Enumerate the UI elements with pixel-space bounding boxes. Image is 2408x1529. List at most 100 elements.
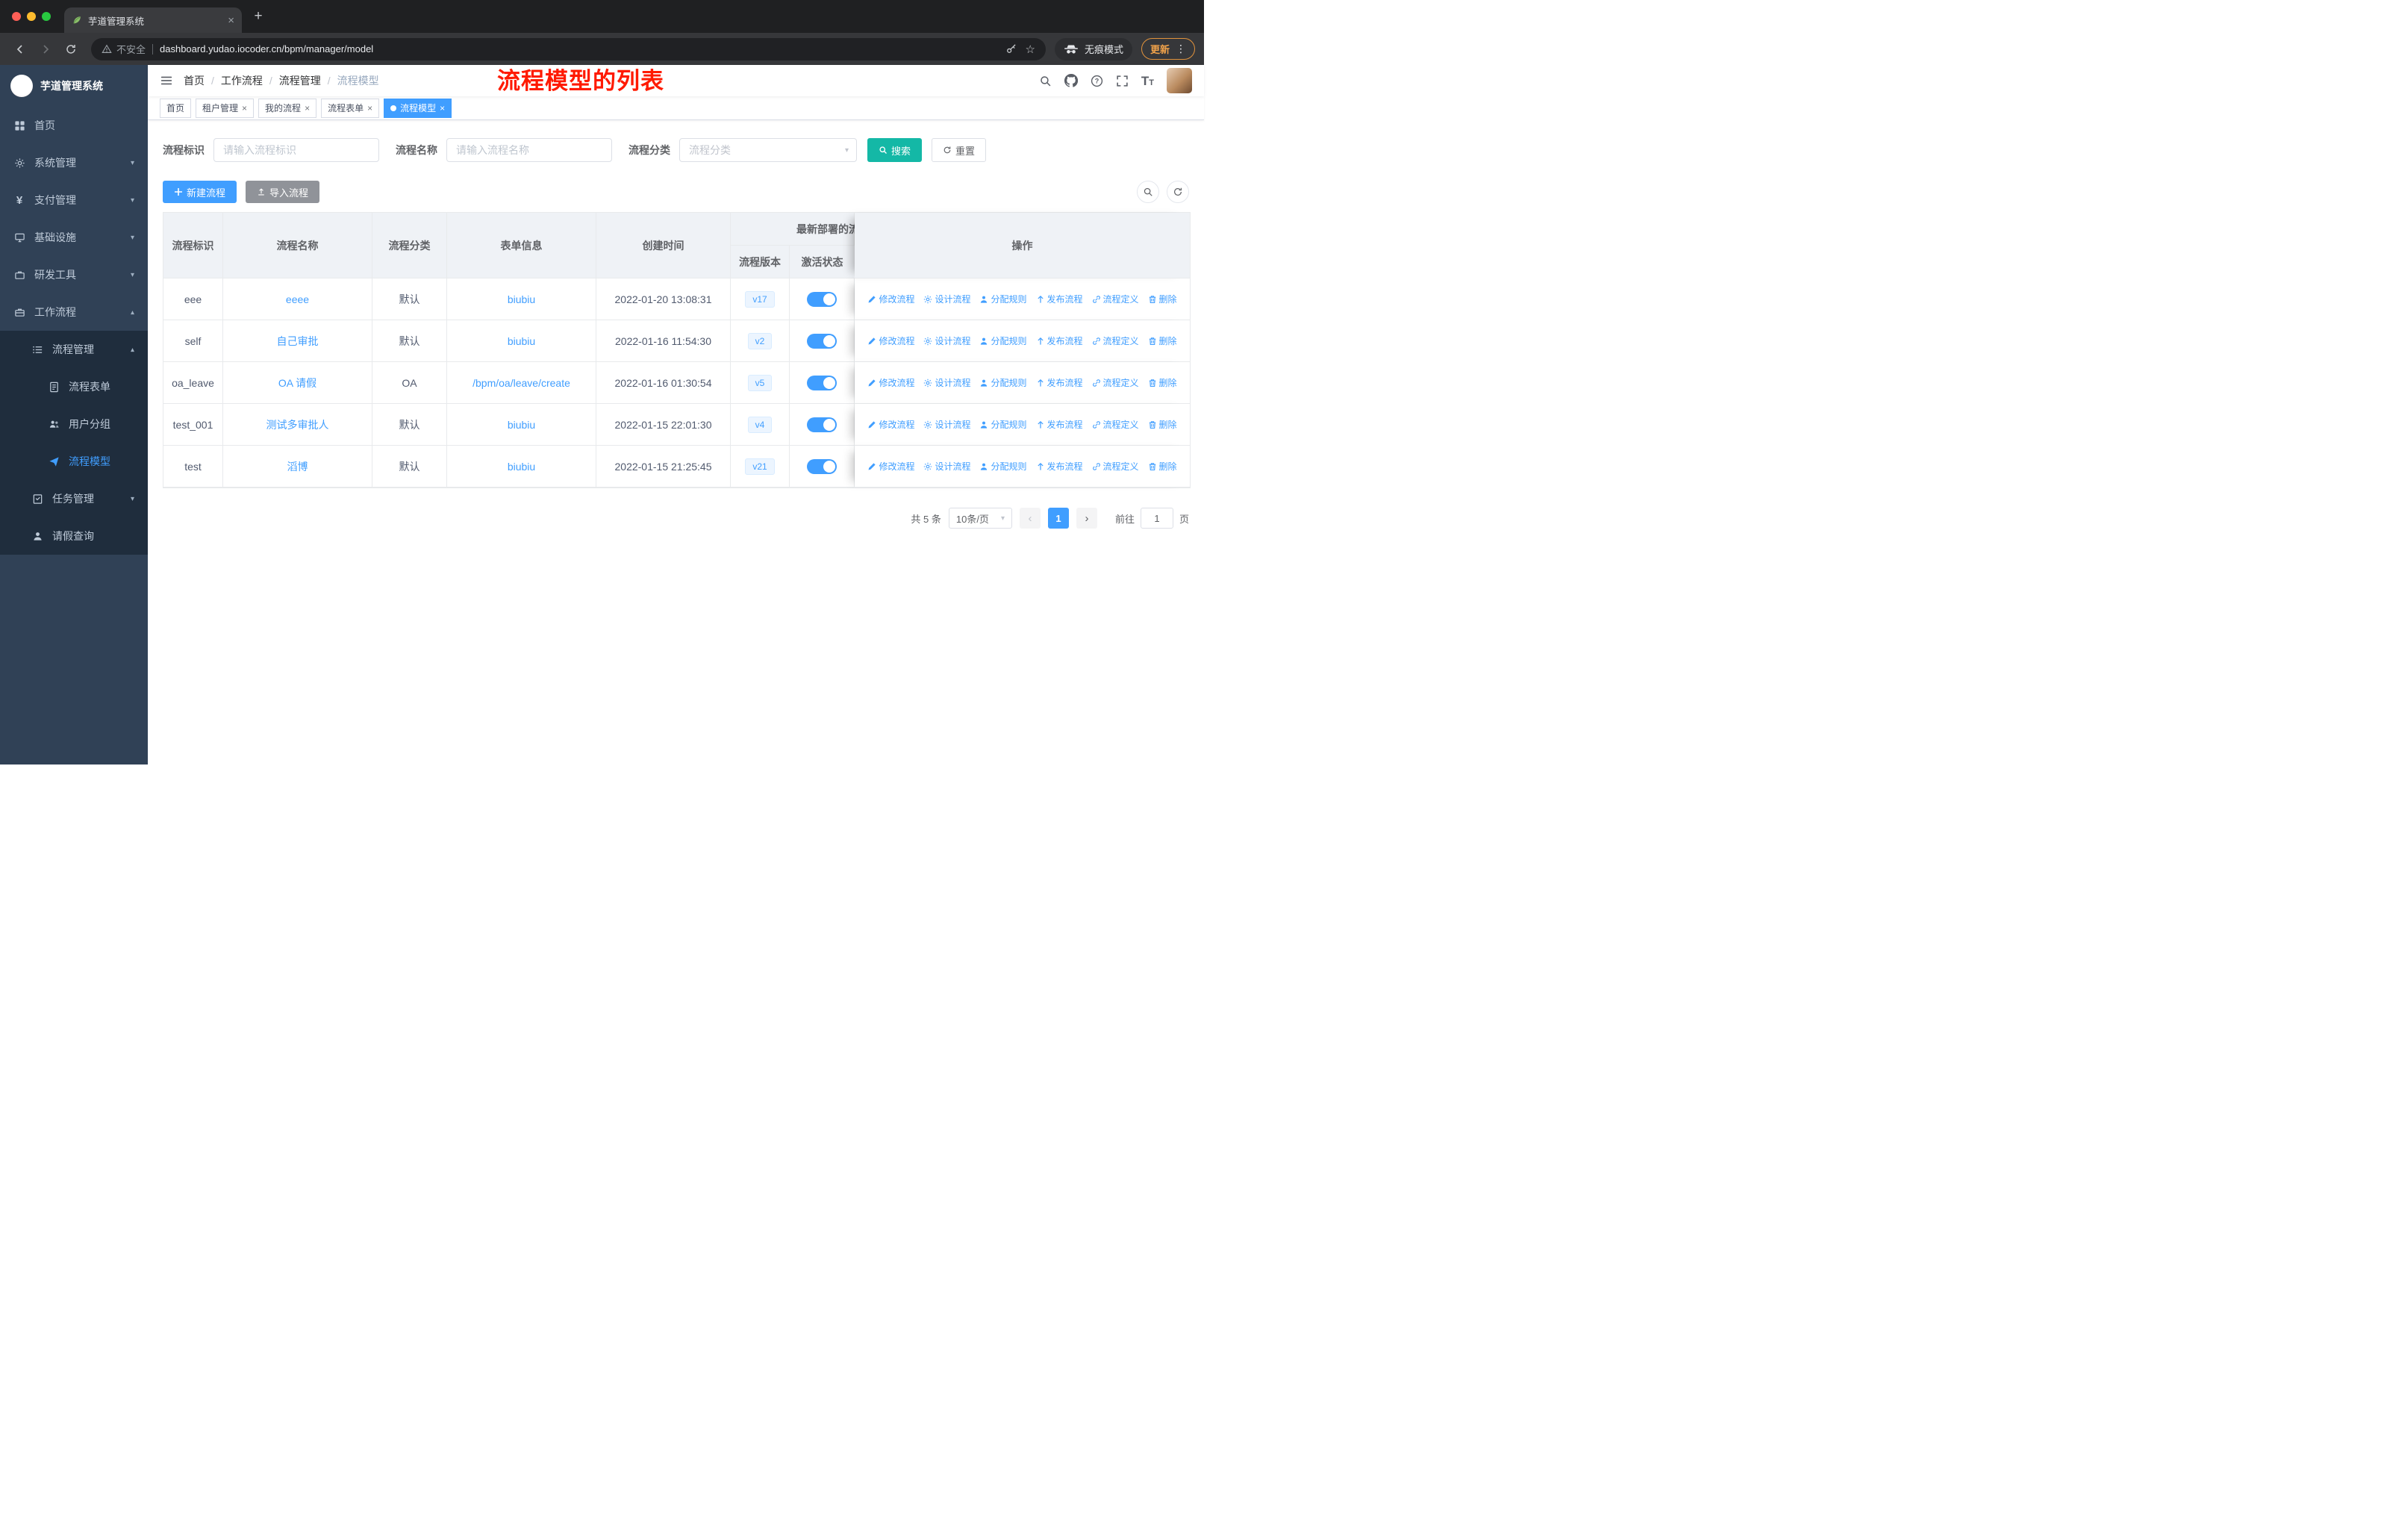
create-process-button[interactable]: 新建流程 [163,181,237,203]
import-process-button[interactable]: 导入流程 [246,181,320,203]
sidebar-item-system[interactable]: 系统管理 ▾ [0,144,148,181]
new-tab-button[interactable]: + [248,6,269,27]
status-toggle[interactable] [807,375,837,390]
action-definition-link[interactable]: 流程定义 [1092,460,1139,473]
close-icon[interactable]: × [440,104,445,113]
form-info-link[interactable]: biubiu [508,419,535,431]
back-icon[interactable] [9,38,31,60]
action-design-link[interactable]: 设计流程 [923,334,970,347]
action-assign-link[interactable]: 分配规则 [979,376,1027,389]
tag-home[interactable]: 首页 [160,98,192,118]
sidebar-item-process-model[interactable]: 流程模型 [0,443,148,480]
action-definition-link[interactable]: 流程定义 [1092,334,1139,347]
breadcrumb-home[interactable]: 首页 [184,73,205,88]
prev-page-button[interactable]: ‹ [1019,508,1041,529]
status-toggle[interactable] [807,417,837,432]
process-name-link[interactable]: 自己审批 [277,335,319,347]
action-delete-link[interactable]: 删除 [1148,460,1177,473]
status-toggle[interactable] [807,291,837,307]
process-name-input[interactable] [446,138,612,162]
bookmark-star-icon[interactable]: ☆ [1026,43,1035,56]
sidebar-item-home[interactable]: 首页 [0,107,148,144]
action-design-link[interactable]: 设计流程 [923,418,970,431]
action-edit-link[interactable]: 修改流程 [867,376,914,389]
minimize-window-button[interactable] [27,12,36,21]
sidebar-logo[interactable]: 芋道管理系统 [0,65,148,107]
action-edit-link[interactable]: 修改流程 [867,334,914,347]
key-icon[interactable] [1005,43,1017,55]
action-design-link[interactable]: 设计流程 [923,293,970,305]
action-delete-link[interactable]: 删除 [1148,418,1177,431]
action-assign-link[interactable]: 分配规则 [979,418,1027,431]
maximize-window-button[interactable] [42,12,51,21]
security-warning[interactable]: 不安全 [102,42,146,56]
sidebar-item-process-management[interactable]: 流程管理 ▾ [0,331,148,368]
browser-tab[interactable]: 芋道管理系统 × [64,7,242,33]
close-icon[interactable]: × [305,104,310,113]
goto-page-input[interactable] [1140,508,1173,529]
breadcrumb-process-management[interactable]: 流程管理 [279,73,321,88]
sidebar-item-payment[interactable]: ¥ 支付管理 ▾ [0,181,148,219]
action-delete-link[interactable]: 删除 [1148,376,1177,389]
search-icon[interactable] [1039,75,1052,87]
action-publish-link[interactable]: 发布流程 [1036,418,1083,431]
form-info-link[interactable]: biubiu [508,293,535,305]
tag-process-form[interactable]: 流程表单 × [321,98,380,118]
help-icon[interactable]: ? [1091,75,1103,87]
sidebar-collapse-icon[interactable] [160,74,173,87]
action-publish-link[interactable]: 发布流程 [1036,376,1083,389]
action-definition-link[interactable]: 流程定义 [1092,418,1139,431]
action-publish-link[interactable]: 发布流程 [1036,293,1083,305]
tag-process-model[interactable]: 流程模型 × [384,98,452,118]
process-name-link[interactable]: eeee [286,293,309,305]
reset-button[interactable]: 重置 [932,138,987,162]
update-button[interactable]: 更新 ⋮ [1141,38,1195,60]
form-info-link[interactable]: /bpm/oa/leave/create [472,377,570,389]
table-search-button[interactable] [1137,181,1159,203]
avatar[interactable] [1167,68,1192,93]
page-size-select[interactable]: 10条/页 ▾ [948,508,1012,529]
form-info-link[interactable]: biubiu [508,335,535,347]
process-name-link[interactable]: 滔博 [287,461,308,473]
action-assign-link[interactable]: 分配规则 [979,334,1027,347]
sidebar-item-devtools[interactable]: 研发工具 ▾ [0,256,148,293]
browser-menu-icon[interactable]: ⋮ [1176,43,1186,55]
process-key-input[interactable] [213,138,379,162]
next-page-button[interactable]: › [1076,508,1097,529]
sidebar-item-leave-query[interactable]: 请假查询 [0,517,148,555]
action-delete-link[interactable]: 删除 [1148,293,1177,305]
action-assign-link[interactable]: 分配规则 [979,293,1027,305]
action-design-link[interactable]: 设计流程 [923,376,970,389]
tag-tenant[interactable]: 租户管理 × [196,98,255,118]
reload-icon[interactable] [60,38,82,60]
status-toggle[interactable] [807,333,837,349]
process-name-link[interactable]: 测试多审批人 [266,419,329,431]
action-definition-link[interactable]: 流程定义 [1092,293,1139,305]
font-size-icon[interactable]: TT [1141,75,1154,87]
process-name-link[interactable]: OA 请假 [278,377,316,389]
action-publish-link[interactable]: 发布流程 [1036,460,1083,473]
tag-my-process[interactable]: 我的流程 × [258,98,317,118]
action-assign-link[interactable]: 分配规则 [979,460,1027,473]
table-refresh-button[interactable] [1167,181,1189,203]
sidebar-item-task-management[interactable]: 任务管理 ▾ [0,480,148,517]
github-icon[interactable] [1064,74,1078,87]
fullscreen-icon[interactable] [1116,75,1129,87]
close-window-button[interactable] [12,12,21,21]
search-button[interactable]: 搜索 [867,138,923,162]
status-toggle[interactable] [807,458,837,474]
action-design-link[interactable]: 设计流程 [923,460,970,473]
breadcrumb-workflow[interactable]: 工作流程 [221,73,263,88]
forward-icon[interactable] [34,38,57,60]
sidebar-item-infrastructure[interactable]: 基础设施 ▾ [0,219,148,256]
action-edit-link[interactable]: 修改流程 [867,418,914,431]
sidebar-item-user-group[interactable]: 用户分组 [0,405,148,443]
category-select[interactable]: 流程分类 ▾ [679,138,857,162]
action-publish-link[interactable]: 发布流程 [1036,334,1083,347]
action-delete-link[interactable]: 删除 [1148,334,1177,347]
action-edit-link[interactable]: 修改流程 [867,460,914,473]
form-info-link[interactable]: biubiu [508,461,535,473]
action-definition-link[interactable]: 流程定义 [1092,376,1139,389]
tab-close-icon[interactable]: × [228,15,234,26]
action-edit-link[interactable]: 修改流程 [867,293,914,305]
